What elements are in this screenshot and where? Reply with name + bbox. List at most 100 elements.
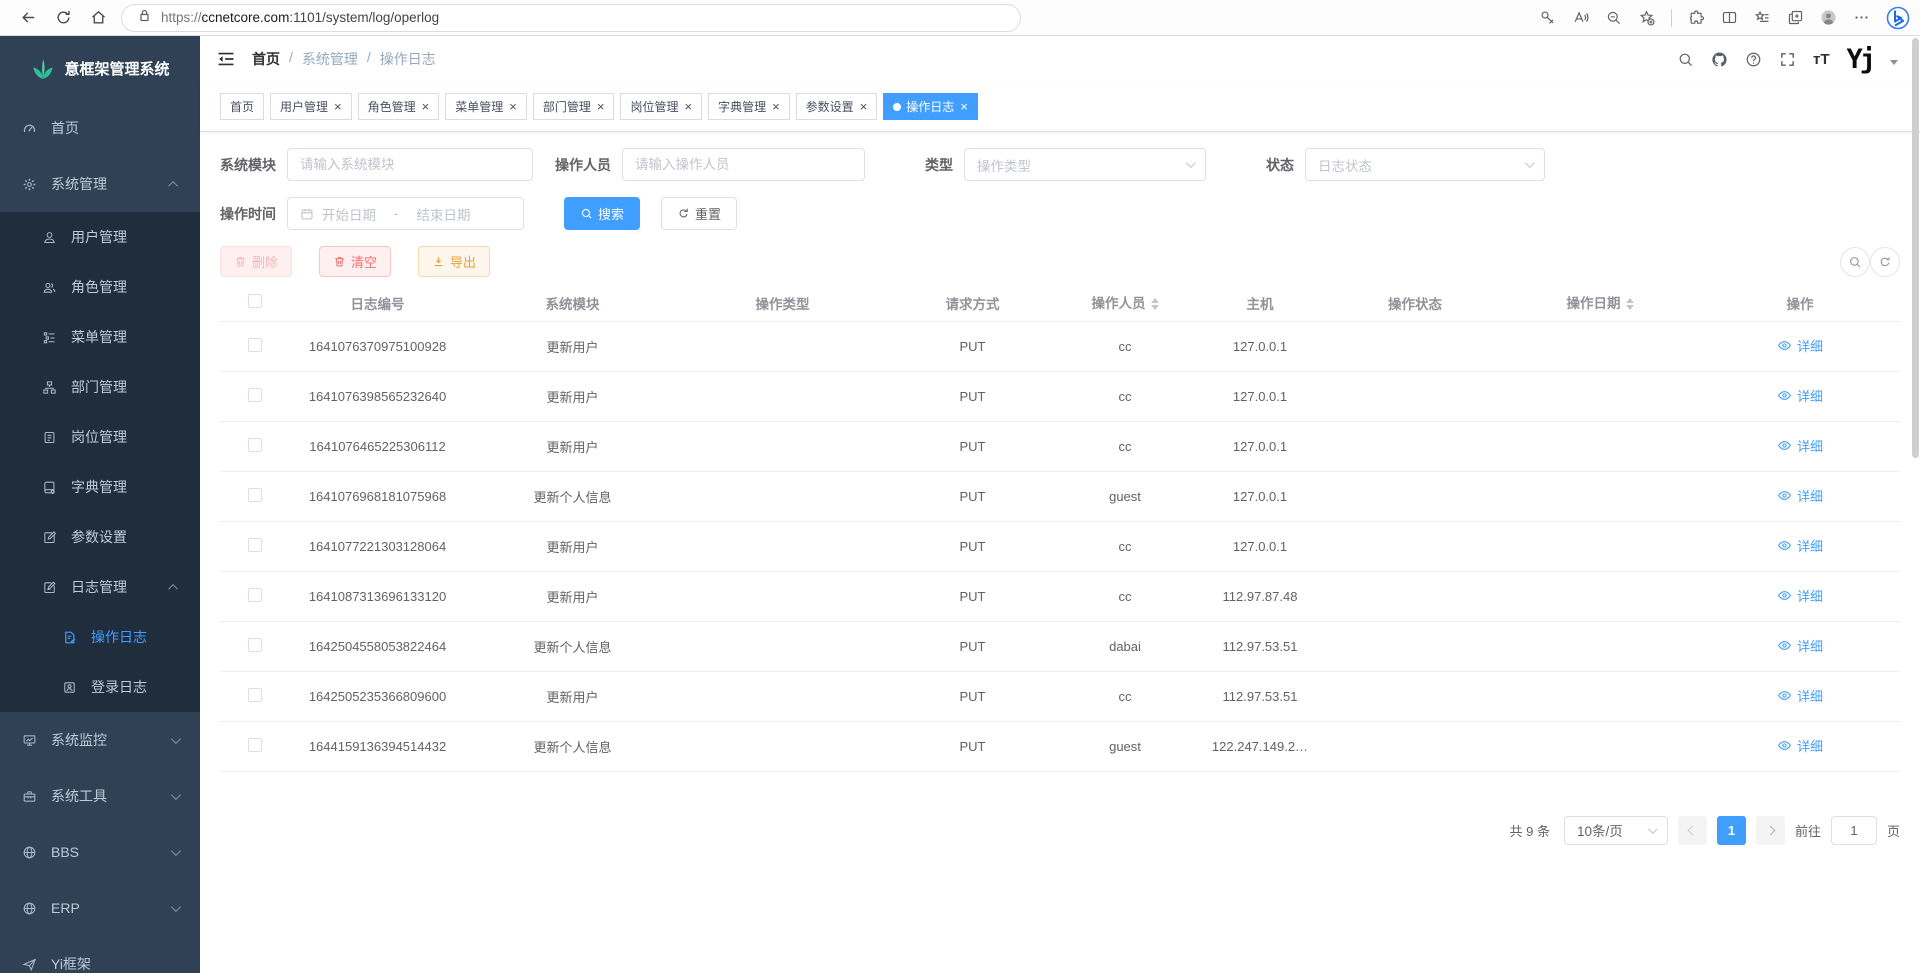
clear-button[interactable]: 清空 — [319, 246, 391, 277]
sort-icons[interactable] — [1151, 294, 1159, 314]
row-checkbox[interactable] — [248, 538, 262, 552]
detail-link[interactable]: 详细 — [1777, 586, 1823, 605]
github-icon[interactable] — [1711, 51, 1728, 68]
bing-icon[interactable] — [1886, 6, 1910, 30]
zoom-out-icon[interactable] — [1605, 9, 1622, 26]
key-icon[interactable] — [1539, 9, 1556, 26]
sidebar-item-bbs[interactable]: BBS — [0, 824, 200, 880]
address-bar[interactable]: https://ccnetcore.com:1101/system/log/op… — [121, 4, 1021, 32]
close-tab-icon[interactable]: × — [597, 100, 605, 113]
app-logo[interactable]: 意框架管理系统 — [0, 36, 200, 100]
close-tab-icon[interactable]: × — [334, 100, 342, 113]
collapse-sidebar-icon[interactable] — [216, 49, 236, 69]
next-page-button[interactable] — [1756, 816, 1785, 845]
status-select[interactable]: 日志状态 — [1305, 148, 1545, 181]
sidebar-item-system-mgmt[interactable]: 系统管理 — [0, 156, 200, 212]
sidebar-item-role-mgmt[interactable]: 角色管理 — [0, 262, 200, 312]
tab-字典管理[interactable]: 字典管理× — [708, 93, 790, 120]
sidebar-item-dept-mgmt[interactable]: 部门管理 — [0, 362, 200, 412]
export-button[interactable]: 导出 — [418, 246, 490, 277]
row-checkbox[interactable] — [248, 638, 262, 652]
more-icon[interactable] — [1853, 9, 1870, 26]
sidebar-item-dict-mgmt[interactable]: 字典管理 — [0, 462, 200, 512]
profile-icon[interactable] — [1820, 9, 1837, 26]
home-icon[interactable] — [90, 9, 107, 26]
search-icon[interactable] — [1677, 51, 1694, 68]
column-header-操作日期[interactable]: 操作日期 — [1500, 285, 1700, 321]
detail-link[interactable]: 详细 — [1777, 386, 1823, 405]
sidebar-item-params[interactable]: 参数设置 — [0, 512, 200, 562]
close-tab-icon[interactable]: × — [772, 100, 780, 113]
favorite-add-icon[interactable] — [1638, 9, 1655, 26]
select-all-checkbox[interactable] — [248, 294, 262, 308]
sidebar-item-log-mgmt[interactable]: 日志管理 — [0, 562, 200, 612]
sidebar-item-home[interactable]: 首页 — [0, 100, 200, 156]
close-tab-icon[interactable]: × — [509, 100, 517, 113]
sidebar-item-tools[interactable]: 系统工具 — [0, 768, 200, 824]
detail-link[interactable]: 详细 — [1777, 436, 1823, 455]
type-select[interactable]: 操作类型 — [964, 148, 1206, 181]
reset-button[interactable]: 重置 — [661, 197, 737, 230]
tab-参数设置[interactable]: 参数设置× — [796, 93, 878, 120]
sidebar-item-oper-log[interactable]: 操作日志 — [0, 612, 200, 662]
page-size-select[interactable]: 10条/页 — [1564, 816, 1668, 845]
breadcrumb-home[interactable]: 首页 — [252, 49, 280, 69]
row-checkbox[interactable] — [248, 338, 262, 352]
font-size-icon[interactable]: тT — [1813, 51, 1830, 68]
sidebar-item-login-log[interactable]: 登录日志 — [0, 662, 200, 712]
detail-link[interactable]: 详细 — [1777, 536, 1823, 555]
sidebar-item-menu-mgmt[interactable]: 菜单管理 — [0, 312, 200, 362]
collections-icon[interactable] — [1787, 9, 1804, 26]
sidebar-item-erp[interactable]: ERP — [0, 880, 200, 936]
detail-link[interactable]: 详细 — [1777, 336, 1823, 355]
sidebar-item-user-mgmt[interactable]: 用户管理 — [0, 212, 200, 262]
row-checkbox[interactable] — [248, 688, 262, 702]
tab-菜单管理[interactable]: 菜单管理× — [445, 93, 527, 120]
show-search-button[interactable] — [1840, 247, 1870, 277]
detail-link[interactable]: 详细 — [1777, 686, 1823, 705]
tab-角色管理[interactable]: 角色管理× — [358, 93, 440, 120]
sort-icons[interactable] — [1626, 294, 1634, 314]
close-tab-icon[interactable]: × — [960, 100, 968, 113]
tab-操作日志[interactable]: 操作日志× — [883, 93, 978, 120]
cell-date — [1500, 371, 1700, 421]
tab-用户管理[interactable]: 用户管理× — [270, 93, 352, 120]
row-checkbox[interactable] — [248, 438, 262, 452]
detail-link[interactable]: 详细 — [1777, 736, 1823, 755]
goto-page-input[interactable] — [1831, 816, 1877, 845]
detail-link[interactable]: 详细 — [1777, 636, 1823, 655]
row-checkbox[interactable] — [248, 588, 262, 602]
page-number-1[interactable]: 1 — [1717, 816, 1746, 845]
tab-首页[interactable]: 首页 — [220, 93, 264, 120]
refresh-table-button[interactable] — [1870, 247, 1900, 277]
favorites-icon[interactable] — [1754, 9, 1771, 26]
fullscreen-icon[interactable] — [1779, 51, 1796, 68]
refresh-icon[interactable] — [55, 9, 72, 26]
sidebar-item-post-mgmt[interactable]: 岗位管理 — [0, 412, 200, 462]
close-tab-icon[interactable]: × — [422, 100, 430, 113]
sidebar-item-yi-framework[interactable]: Yi框架 — [0, 936, 200, 973]
tab-部门管理[interactable]: 部门管理× — [533, 93, 615, 120]
yj-avatar[interactable]: Yj — [1846, 46, 1873, 73]
prev-page-button[interactable] — [1678, 816, 1707, 845]
close-tab-icon[interactable]: × — [860, 100, 868, 113]
extensions-icon[interactable] — [1688, 9, 1705, 26]
back-icon[interactable] — [20, 9, 37, 26]
sidebar-item-monitor[interactable]: 系统监控 — [0, 712, 200, 768]
module-input[interactable] — [300, 157, 520, 172]
row-checkbox[interactable] — [248, 488, 262, 502]
close-tab-icon[interactable]: × — [684, 100, 692, 113]
page-scrollbar[interactable] — [1912, 38, 1919, 971]
split-screen-icon[interactable] — [1721, 9, 1738, 26]
question-icon[interactable] — [1745, 51, 1762, 68]
operator-input[interactable] — [635, 157, 852, 172]
read-aloud-icon[interactable] — [1572, 9, 1589, 26]
column-header-操作人员[interactable]: 操作人员 — [1060, 285, 1190, 321]
row-checkbox[interactable] — [248, 738, 262, 752]
search-button[interactable]: 搜索 — [564, 197, 640, 230]
row-checkbox[interactable] — [248, 388, 262, 402]
detail-link[interactable]: 详细 — [1777, 486, 1823, 505]
tab-岗位管理[interactable]: 岗位管理× — [620, 93, 702, 120]
date-range-picker[interactable]: 开始日期 - 结束日期 — [287, 197, 524, 230]
delete-button[interactable]: 删除 — [220, 246, 292, 277]
